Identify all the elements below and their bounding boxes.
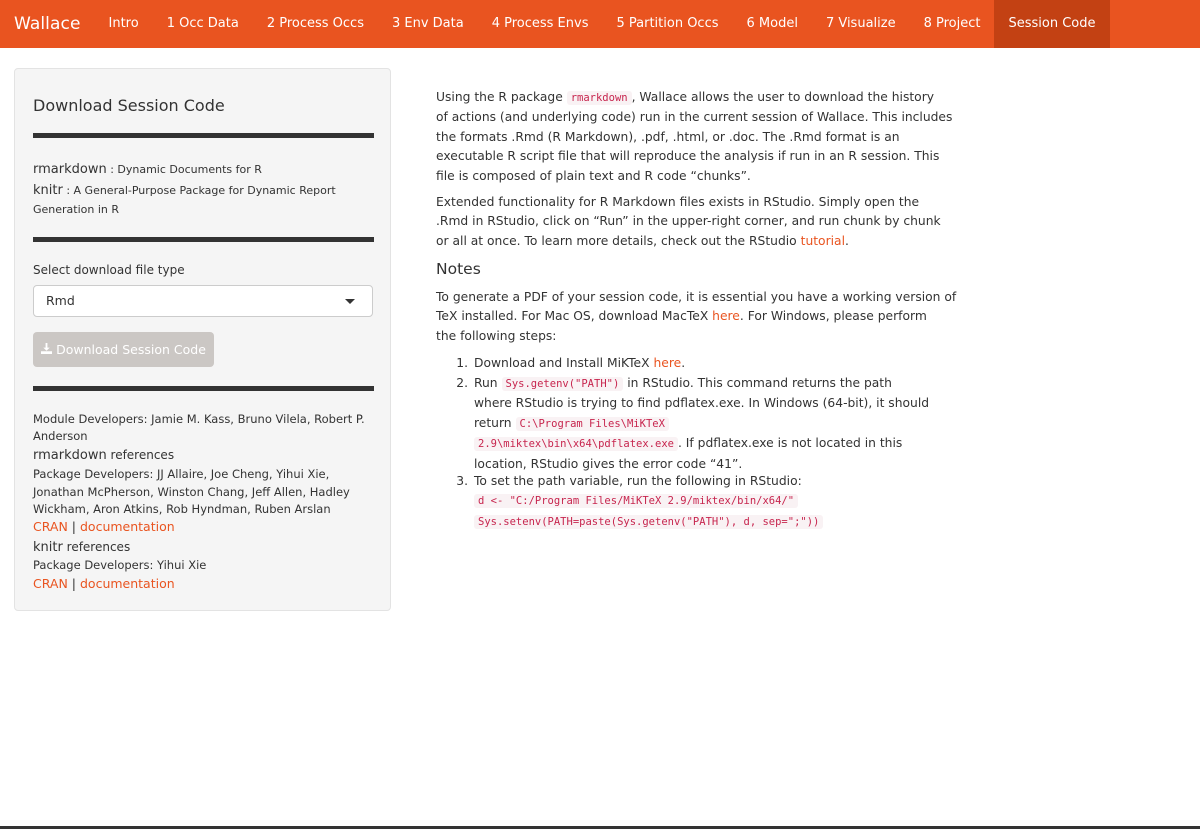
ref-suffix: references [106,448,175,462]
text: To generate a PDF of your session code, … [436,290,957,304]
text: Download and Install MiKTeX [474,356,654,370]
rmarkdown-references-title: rmarkdown references [33,448,174,463]
text: To set the path variable, run the follow… [474,474,802,488]
knitr-developers: Package Developers: Yihui Xie [33,558,207,572]
navbar-brand[interactable]: Wallace [0,0,95,48]
text: , Wallace allows the user to download th… [631,90,935,104]
rstudio-paragraph: Extended functionality for R Markdown fi… [436,193,941,251]
list-number: 3. [456,474,468,488]
text: the formats .Rmd (R Markdown), .pdf, .ht… [436,129,900,144]
text: where RStudio is trying to find pdflatex… [474,396,930,411]
caret-down-icon [345,299,355,304]
divider [33,386,374,391]
link-separator: | [67,519,80,534]
notes-heading: Notes [436,260,481,278]
rmarkdown-links: CRAN | documentation [33,519,175,534]
package-desc: : Dynamic Documents for R [106,163,262,176]
text: return [474,415,516,430]
text: in RStudio. This command returns the pat… [623,376,892,390]
list-number: 2. [456,376,468,390]
mactex-link[interactable]: here [712,309,740,323]
file-type-value: Rmd [46,293,75,308]
file-type-select[interactable]: Rmd [33,285,373,317]
package-name: rmarkdown [33,162,107,177]
tutorial-link[interactable]: tutorial [801,234,845,248]
package-desc: : A General-Purpose Package for Dynamic … [62,184,336,197]
tab-partition-occs[interactable]: 5 Partition Occs [602,0,732,48]
inline-code: C:\Program Files\MiKTeX [515,416,669,431]
divider [33,133,374,138]
text: . For Windows, please perform [739,309,927,324]
download-button-label: Download Session Code [56,342,206,357]
list-number: 1. [456,356,468,370]
text: Extended functionality for R Markdown fi… [436,195,920,209]
tab-visualize[interactable]: 7 Visualize [812,0,910,48]
text: Using the R package [436,90,567,104]
tab-model[interactable]: 6 Model [733,0,812,48]
pdf-paragraph: To generate a PDF of your session code, … [436,288,956,346]
divider [33,237,374,242]
rmarkdown-developers: Jonathan McPherson, Winston Chang, Jeff … [33,484,350,499]
module-developers: Module Developers: Jamie M. Kass, Bruno … [33,412,365,426]
text: the following steps: [436,328,557,343]
ref-pkg-name: knitr [33,540,63,555]
tab-process-envs[interactable]: 4 Process Envs [478,0,603,48]
tab-session-code[interactable]: Session Code [994,0,1110,48]
text: TeX installed. For Mac OS, download MacT… [436,309,713,324]
cran-link[interactable]: CRAN [33,519,68,534]
sidebar-title: Download Session Code [33,96,225,115]
tab-process-occs[interactable]: 2 Process Occs [253,0,378,48]
download-icon [41,332,53,367]
tab-env-data[interactable]: 3 Env Data [378,0,478,48]
knitr-references-title: knitr references [33,540,130,555]
code-line: Sys.setenv(PATH=paste(Sys.getenv("PATH")… [474,514,824,529]
rmarkdown-developers: Wickham, Aron Atkins, Rob Hyndman, Ruben… [33,502,331,516]
text: of actions (and underlying code) run in … [436,110,953,125]
ref-suffix: references [62,540,131,554]
navbar: Wallace Intro 1 Occ Data 2 Process Occs … [0,0,1200,48]
inline-code: 2.9\miktex\bin\x64\pdflatex.exe [474,437,678,452]
text: . If pdflatex.exe is not located in this [677,436,903,451]
tab-occ-data[interactable]: 1 Occ Data [153,0,253,48]
package-rmarkdown-line: rmarkdown : Dynamic Documents for R [33,160,262,179]
text: . [845,233,849,248]
ref-pkg-name: rmarkdown [33,448,107,463]
module-developers-cont: Anderson [33,429,88,443]
link-separator: | [67,576,80,591]
package-knitr-line: knitr : A General-Purpose Package for Dy… [33,181,336,200]
text: .Rmd in RStudio, click on “Run” in the u… [436,214,941,229]
text: or all at once. To learn more details, c… [436,233,801,248]
intro-paragraph: Using the R package rmarkdown, Wallace a… [436,88,952,186]
file-type-label: Select download file type [33,263,185,277]
tab-project[interactable]: 8 Project [910,0,995,48]
inline-code: Sys.getenv("PATH") [501,377,624,391]
package-name: knitr [33,183,63,198]
inline-code: rmarkdown [566,91,632,105]
tab-intro[interactable]: Intro [95,0,153,48]
knitr-links: CRAN | documentation [33,576,175,591]
documentation-link[interactable]: documentation [80,519,175,534]
text: file is composed of plain text and R cod… [436,168,751,183]
miktex-link[interactable]: here [653,356,681,370]
cran-link[interactable]: CRAN [33,576,68,591]
documentation-link[interactable]: documentation [80,576,175,591]
package-desc-cont: Generation in R [33,203,120,216]
text: executable R script file that will repro… [436,149,940,164]
text: Run [474,376,502,390]
code-line: d <- "C:/Program Files/MiKTeX 2.9/miktex… [474,494,799,509]
rmarkdown-developers: Package Developers: JJ Allaire, Joe Chen… [33,467,330,481]
text: . [681,356,686,370]
download-session-code-button[interactable]: Download Session Code [33,332,214,367]
